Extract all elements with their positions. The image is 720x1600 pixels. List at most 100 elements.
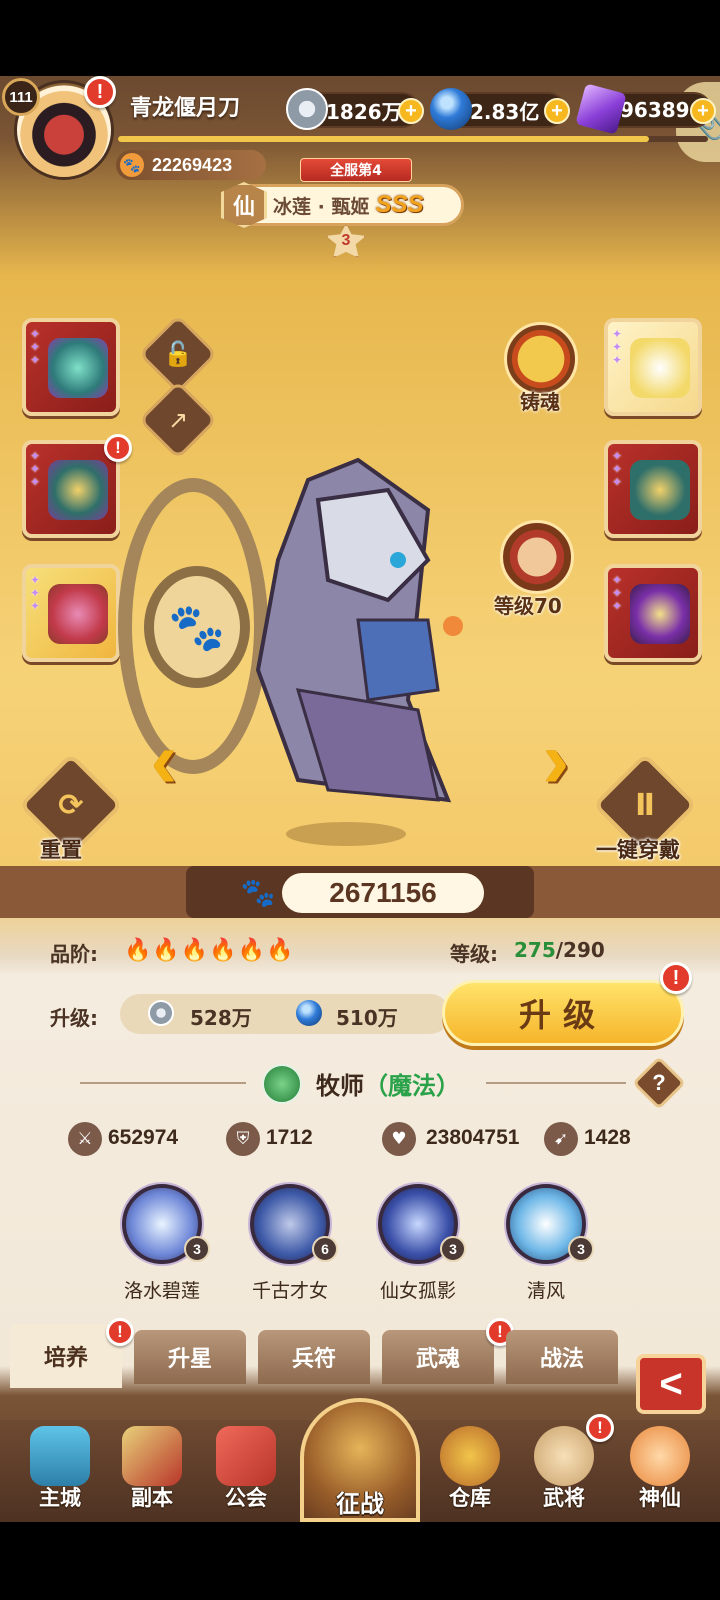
skill-2-level: 6 [312,1236,338,1262]
add-coin-button[interactable]: + [398,98,424,124]
equip-slot-helmet[interactable]: ✦ ✦ ✦ [22,318,120,416]
player-level-badge: 111 [2,78,40,116]
divider [80,1082,246,1084]
quality-label: 品阶: [50,942,98,966]
cloak-icon [630,460,690,520]
blue-orb-icon [430,88,472,130]
skill-1-name: 洛水碧莲 [123,1280,200,1302]
hero-shadow [286,822,406,846]
coin-value: 1826万 [326,99,402,124]
nav-immortals[interactable]: 神仙 [620,1422,700,1518]
equip-slot-cloak[interactable]: ✦ ✦ ✦ [604,440,702,538]
orb-value: 2.83亿 [470,99,540,124]
hero-title-plate: 仙 冰莲 · 甄姬 SSS [221,182,464,228]
lock-icon: 🔓 [163,340,193,368]
tab-star-up[interactable]: 升星 [134,1330,246,1384]
stat-speed: 1428 [584,1126,631,1149]
nav-guild[interactable]: 公会 [206,1422,286,1518]
armor-outline-icon: Ⅱ [635,787,655,823]
level-current: 275 [514,938,556,962]
reset-label: 重置 [40,838,82,862]
refresh-icon: ⟳ [58,787,84,823]
back-button[interactable]: < [636,1354,706,1414]
coin-currency: 1826万 + [286,88,424,130]
nav-immortals-label: 神仙 [639,1486,681,1510]
sword-icon: ⚔ [68,1122,102,1156]
tab-cultivate-alert-icon: ! [106,1318,134,1346]
skill-4-name: 清风 [526,1280,565,1302]
nav-guild-label: 公会 [225,1486,267,1510]
equip-slot-accessory[interactable]: ✦ ✦ ✦ [604,318,702,416]
armor-alert-icon: ! [104,434,132,462]
flag-icon [216,1426,276,1486]
armor-icon [48,460,108,520]
upgrade-alert-icon: ! [660,962,692,994]
exp-bar [118,136,708,142]
slot-stars: ✦ ✦ ✦ [612,449,623,489]
bag-icon [440,1426,500,1486]
equip-slot-treasure[interactable]: ✦ ✦ ✦ [604,564,702,662]
coin-icon [148,1000,174,1026]
swords-icon [122,1426,182,1486]
add-crystal-button[interactable]: + [690,98,716,124]
prev-hero-button[interactable]: ‹ [136,720,192,800]
add-orb-button[interactable]: + [544,98,570,124]
nav-campaign-label: 征战 [336,1490,384,1518]
accessory-icon [630,338,690,398]
stat-attack: 652974 [108,1126,179,1149]
equip-all-label: 一键穿戴 [596,838,680,862]
avatar-alert-icon: ! [84,76,116,108]
hero-grade: SSS [375,191,424,218]
question-icon: ? [652,1070,666,1095]
share-icon: ↗ [167,406,189,434]
crystal-currency: 96389 + [575,83,716,135]
hero-class: 牧师（魔法） [316,1066,460,1101]
slot-stars: ✦ ✦ ✦ [30,573,41,613]
treasure-icon [630,584,690,644]
nav-generals-alert-icon: ! [586,1414,614,1442]
forge-soul-label: 铸魂 [520,390,560,414]
forge-soul-button[interactable] [504,322,578,396]
tab-war-soul[interactable]: 武魂 [382,1330,494,1384]
exp-bar-fill [118,136,649,142]
nav-main-city-label: 主城 [39,1486,81,1510]
nav-generals-label: 武将 [543,1486,585,1510]
cat-general-icon [534,1426,594,1486]
heart-icon: ♥ [382,1122,416,1156]
coin-icon [286,88,328,130]
hero-star-count: 3 [341,232,351,249]
slot-stars: ✦ ✦ ✦ [612,573,623,613]
weapon-level-label: 等级70 [494,594,562,618]
upgrade-cost-coin: 528万 [190,1006,252,1030]
nav-main-city[interactable]: 主城 [20,1422,100,1518]
class-name: 牧师 [316,1072,364,1100]
tab-token[interactable]: 兵符 [258,1330,370,1384]
hero-level: 275/290 [514,938,605,962]
nav-warehouse[interactable]: 仓库 [430,1422,510,1518]
upgrade-cost-orb: 510万 [336,1006,398,1030]
player-name: 青龙偃月刀 [130,96,241,121]
upgrade-button[interactable]: 升级 [442,980,684,1046]
priest-tree-icon [262,1064,302,1104]
paw-icon: 🐾 [120,153,144,177]
blue-orb-icon [296,1000,322,1026]
stat-defense: 1712 [266,1126,313,1149]
tab-tactics[interactable]: 战法 [506,1330,618,1384]
boot-icon: ➹ [544,1122,578,1156]
slot-stars: ✦ ✦ ✦ [30,449,41,489]
upgrade-label: 升级: [50,1006,98,1030]
hero-name: 冰莲 · 甄姬 [273,195,370,218]
nav-dungeon[interactable]: 副本 [112,1422,192,1518]
shield-icon: ⛨ [226,1122,260,1156]
slot-stars: ✦ ✦ ✦ [612,327,623,367]
slot-stars: ✦ ✦ ✦ [30,327,41,367]
next-hero-button[interactable]: › [528,720,584,800]
skill-4-level: 3 [568,1236,594,1262]
quality-drops: 🔥🔥🔥🔥🔥🔥 [124,938,295,963]
skill-1-level: 3 [184,1236,210,1262]
skill-3-name: 仙女孤影 [379,1280,456,1302]
server-rank-tag: 全服第4 [300,158,412,182]
weapon-button[interactable] [500,520,574,594]
equip-slot-boots[interactable]: ✦ ✦ ✦ [22,564,120,662]
nav-warehouse-label: 仓库 [449,1486,491,1510]
